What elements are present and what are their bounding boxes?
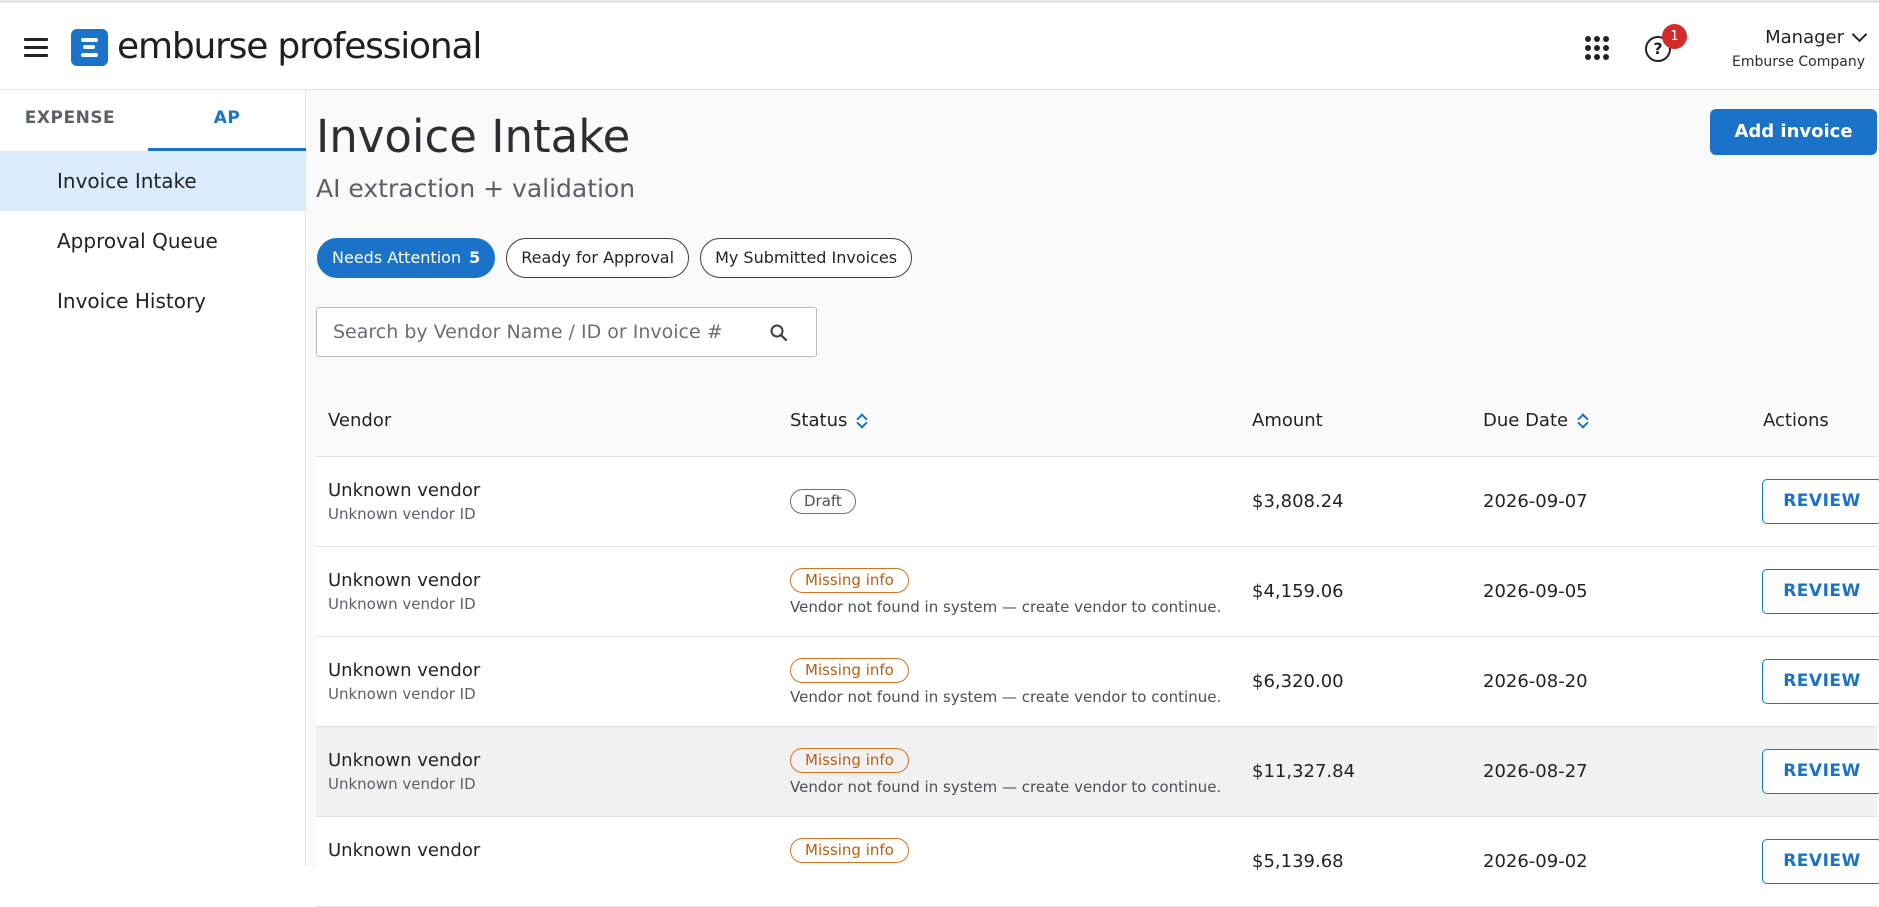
app-logo[interactable]: emburse professional xyxy=(71,26,482,67)
status-note: Vendor not found in system — create vend… xyxy=(790,598,1222,616)
notification-badge: 1 xyxy=(1662,24,1687,49)
search-input[interactable] xyxy=(333,308,763,355)
due-date-cell: 2026-09-05 xyxy=(1483,581,1588,602)
tab-ap[interactable]: AP xyxy=(148,90,306,151)
sidebar-item-invoice-intake[interactable]: Invoice Intake xyxy=(0,151,305,211)
due-date-cell: 2026-08-20 xyxy=(1483,671,1588,692)
filter-chips: Needs Attention 5 Ready for Approval My S… xyxy=(317,238,913,278)
page-title: Invoice Intake xyxy=(316,110,631,163)
status-note: Vendor not found in system — create vend… xyxy=(790,778,1222,796)
vendor-name: Unknown vendor xyxy=(328,480,481,501)
add-invoice-button[interactable]: Add invoice xyxy=(1710,109,1877,155)
review-button[interactable]: REVIEW xyxy=(1762,569,1879,614)
vendor-name: Unknown vendor xyxy=(328,570,481,591)
amount-cell: $6,320.00 xyxy=(1252,671,1344,692)
vendor-id: Unknown vendor ID xyxy=(328,775,476,793)
column-header-due-date[interactable]: Due Date xyxy=(1483,390,1589,452)
invoice-table: Vendor Status Amount Due Date Actions Un… xyxy=(316,390,1879,907)
status-badge: Missing info xyxy=(790,748,909,773)
amount-cell: $5,139.68 xyxy=(1252,851,1344,872)
status-cell: Draft xyxy=(790,489,856,514)
column-header-vendor: Vendor xyxy=(328,390,391,452)
actions-cell: REVIEW xyxy=(1762,479,1879,524)
due-date-cell: 2026-09-02 xyxy=(1483,851,1588,872)
status-cell: Missing info Vendor not found in system … xyxy=(790,568,1221,616)
due-date-cell: 2026-08-27 xyxy=(1483,761,1588,782)
actions-cell: REVIEW xyxy=(1762,659,1879,704)
search-icon[interactable] xyxy=(769,323,789,343)
user-company: Emburse Company xyxy=(1732,54,1865,70)
menu-icon[interactable] xyxy=(24,38,50,58)
filter-needs-attention[interactable]: Needs Attention 5 xyxy=(317,238,496,278)
column-label: Actions xyxy=(1763,410,1829,431)
vendor-id: Unknown vendor ID xyxy=(328,595,476,613)
column-label: Due Date xyxy=(1483,410,1569,431)
sidebar-item-invoice-history[interactable]: Invoice History xyxy=(0,271,305,331)
sort-icon[interactable] xyxy=(1577,412,1589,430)
vendor-name: Unknown vendor xyxy=(328,750,481,771)
page-subtitle: AI extraction + validation xyxy=(316,174,636,203)
search-box xyxy=(316,307,817,357)
column-label: Status xyxy=(790,410,848,431)
sidebar-tabs: EXPENSE AP xyxy=(0,90,306,151)
status-cell: Missing info Vendor not found in system … xyxy=(790,748,1221,796)
status-cell: Missing info Vendor not found in system … xyxy=(790,658,1221,706)
vendor-cell: Unknown vendor Unknown vendor ID xyxy=(328,750,480,793)
status-badge: Missing info xyxy=(790,568,909,593)
due-date-cell: 2026-09-07 xyxy=(1483,491,1588,512)
table-row[interactable]: Unknown vendor Unknown vendor ID Draft $… xyxy=(316,457,1879,547)
table-row[interactable]: Unknown vendor Unknown vendor ID Missing… xyxy=(316,547,1879,637)
vendor-name: Unknown vendor xyxy=(328,660,481,681)
vendor-cell: Unknown vendor Unknown vendor ID xyxy=(328,570,480,613)
vendor-cell: Unknown vendor xyxy=(328,840,480,861)
tab-expense[interactable]: EXPENSE xyxy=(0,90,140,151)
amount-cell: $11,327.84 xyxy=(1252,761,1356,782)
table-row[interactable]: Unknown vendor Missing info $5,139.68 20… xyxy=(316,817,1879,907)
amount-cell: $4,159.06 xyxy=(1252,581,1344,602)
vendor-id: Unknown vendor ID xyxy=(328,505,476,523)
amount-cell: $3,808.24 xyxy=(1252,491,1344,512)
top-bar: emburse professional ? 1 Manager Emburse… xyxy=(0,0,1879,90)
actions-cell: REVIEW xyxy=(1762,749,1879,794)
logo-text: emburse professional xyxy=(117,26,482,67)
vendor-id: Unknown vendor ID xyxy=(328,685,476,703)
main-content: Invoice Intake AI extraction + validatio… xyxy=(307,90,1879,907)
review-button[interactable]: REVIEW xyxy=(1762,479,1879,524)
status-cell: Missing info xyxy=(790,838,909,863)
column-label: Vendor xyxy=(328,410,392,431)
table-header: Vendor Status Amount Due Date Actions xyxy=(316,390,1877,457)
vendor-cell: Unknown vendor Unknown vendor ID xyxy=(328,480,480,523)
sidebar: EXPENSE AP Invoice Intake Approval Queue… xyxy=(0,90,306,866)
vendor-name: Unknown vendor xyxy=(328,840,481,861)
table-row[interactable]: Unknown vendor Unknown vendor ID Missing… xyxy=(316,637,1879,727)
chevron-down-icon xyxy=(1851,26,1868,43)
column-header-actions: Actions xyxy=(1763,390,1829,452)
vendor-cell: Unknown vendor Unknown vendor ID xyxy=(328,660,480,703)
review-button[interactable]: REVIEW xyxy=(1762,749,1879,794)
status-note: Vendor not found in system — create vend… xyxy=(790,688,1222,706)
status-badge: Missing info xyxy=(790,658,909,683)
status-badge: Missing info xyxy=(790,838,909,863)
actions-cell: REVIEW xyxy=(1762,569,1879,614)
emburse-logo-icon xyxy=(71,28,108,66)
actions-cell: REVIEW xyxy=(1762,839,1879,884)
user-menu[interactable]: Manager Emburse Company xyxy=(1732,26,1868,70)
sort-icon[interactable] xyxy=(856,412,869,430)
column-label: Amount xyxy=(1252,410,1323,431)
apps-grid-icon[interactable] xyxy=(1585,36,1609,60)
user-name: Manager xyxy=(1765,27,1844,48)
column-header-status[interactable]: Status xyxy=(790,390,869,452)
filter-count: 5 xyxy=(469,248,481,267)
filter-my-submitted-invoices[interactable]: My Submitted Invoices xyxy=(700,238,913,278)
status-badge: Draft xyxy=(790,489,856,514)
review-button[interactable]: REVIEW xyxy=(1762,659,1879,704)
filter-label: Needs Attention xyxy=(332,248,462,267)
sidebar-item-approval-queue[interactable]: Approval Queue xyxy=(0,211,305,271)
table-row[interactable]: Unknown vendor Unknown vendor ID Missing… xyxy=(316,727,1879,817)
column-header-amount: Amount xyxy=(1252,390,1323,452)
review-button[interactable]: REVIEW xyxy=(1762,839,1879,884)
filter-ready-for-approval[interactable]: Ready for Approval xyxy=(506,238,690,278)
